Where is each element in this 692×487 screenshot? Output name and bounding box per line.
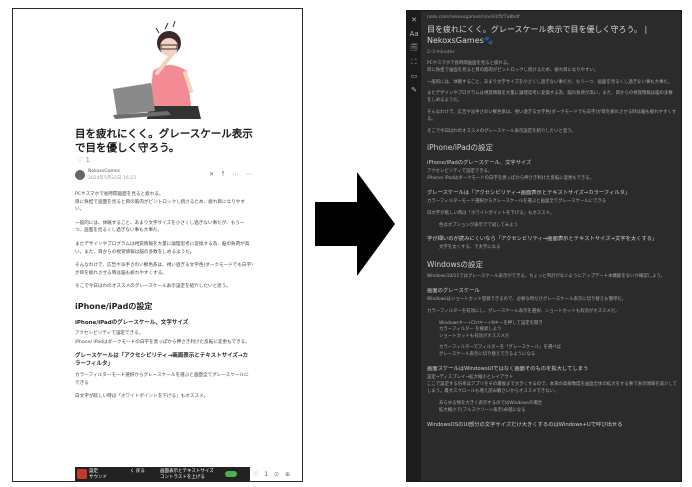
paragraph: またデザインやプログラムは視覚情報を大量に論理思考に変換する為、脳の負荷が高い。…: [75, 241, 250, 255]
app-icon: [77, 469, 87, 479]
paragraph: アクセシビリティで設定できる。: [75, 330, 144, 336]
pocket-icon[interactable]: ▭: [409, 71, 419, 81]
section-heading: iPhone/iPadの設定: [75, 301, 153, 311]
settings-screenshot-bar: 設定 サウンド く 戻る 画面表示とテキストサイズ コントラストを上げる: [75, 467, 250, 481]
indented-note: グレースケール表示に切り替えできるようになる: [439, 351, 536, 357]
paragraph: 設定→ディスプレイ→拡大縮小とレイアウト: [427, 374, 514, 380]
paragraph: 一般的には、休眠すること、あまり文字サイズを小さくし過ぎない事だが、もう一つ、画…: [427, 79, 673, 85]
paragraph: カラーフィルターモード選択からグレースケールを選ぶと画面全てグレースケールにでき…: [75, 373, 249, 386]
avatar[interactable]: [75, 170, 85, 180]
source-url[interactable]: note.com/nekoxsgames/n/ne91f5f7a8bdf: [427, 15, 677, 20]
bar-label: サウンド: [89, 475, 107, 480]
reader-toolbar: ✕ Aa 🗐 ⛶ ▭ ✎: [407, 11, 421, 481]
paragraph: またデザインやプログラムは視覚情報を大量に論理思考に変換する為、脳の負荷が高い。…: [427, 91, 673, 104]
right-arrow-icon: [315, 172, 395, 276]
subsection-heading: グレースケールは「アクセシビリティ→画面表示とテキストサイズ→カラーフィルタ」: [75, 353, 249, 368]
dark-reader-panel: ✕ Aa 🗐 ⛶ ▭ ✎ note.com/nekoxsgames/n/ne91…: [406, 10, 682, 482]
post-date: 2024年5月22日 16:23: [88, 176, 136, 181]
paragraph: ここで設定する倍率はアプリをその最後まで大きくするので、本来の高解像度を画面全体…: [427, 382, 677, 395]
paragraph: そんなわけで、広告や派手さのい鮮色系は、視い過ぎる文字色(ダークモードでも白字)…: [75, 263, 253, 276]
subsection-heading: iPhone/iPadのグレースケール、文字サイズ: [75, 319, 189, 326]
subsection-heading: iPhone/iPadのグレースケール、文字サイズ: [427, 160, 532, 167]
article-title: 目を疲れにくく。グレースケール表示で目を優しく守ろう。: [75, 128, 253, 154]
footer-actions[interactable]: ♡ 1 ⊙ ⊕: [253, 471, 292, 478]
indented-note: 拡大縮小で(フルスクリーン表示)卓越になる: [439, 407, 526, 413]
subsection-heading: 画面スケールはWindowsUIではなく画面そのものを拡大してしまう: [427, 365, 589, 372]
subsection-heading: 字が細いのが読みにくいなら「アクセシビリティ→画面表示とテキストサイズ→文字を太…: [427, 236, 658, 243]
reader-content: note.com/nekoxsgames/n/ne91f5f7a8bdf 目を疲…: [427, 15, 677, 431]
text-settings-icon[interactable]: Aa: [409, 29, 419, 39]
bar-label: コントラストを上げる: [160, 475, 205, 480]
reader-title: 目を疲れにくく。グレースケール表示で目を優しく守ろう。 | NekoxsGame…: [427, 25, 648, 45]
indented-note: 色はオプションが表示でで試してみよう: [439, 222, 518, 228]
paragraph: 一般的には、休眠すること、あまり文字サイズを小さくし過ぎない事だが、もう一つ、画…: [75, 220, 245, 234]
like-indicator[interactable]: ♡ 1: [77, 156, 90, 164]
paragraph: 白文字が眩しい時は「ホワイトポイントを下げる」もオススメ。: [75, 394, 209, 400]
light-article-panel: 目を疲れにくく。グレースケール表示で目を優しく守ろう。 ♡ 1 NekoxsGa…: [12, 8, 303, 482]
hero-illustration: [113, 20, 201, 119]
fullscreen-icon[interactable]: ⛶: [409, 57, 419, 67]
paragraph: 白文字が眩しい時は「ホワイトポイントを下げる」もオススメ。: [427, 210, 555, 216]
edit-icon[interactable]: ✎: [409, 85, 419, 95]
indented-note: ショートカットも有効がオススメだ: [439, 334, 510, 340]
print-icon[interactable]: 🗐: [409, 43, 419, 53]
reading-time: 2–3 minutes: [427, 50, 455, 55]
paragraph: そこで今日はわのオススメのグレースケール表示設定を紹介したいと思う。: [75, 284, 231, 290]
paragraph: アクセシビリティで設定できる。 iPhone/ iPadはダークモードの白字を黒…: [427, 169, 595, 182]
paragraph: PCやスマホで長時間画面を見ると疲れる。 目に負担で画面を見ると目の筋肉がピント…: [427, 61, 599, 73]
article-body: PCやスマホで長時間画面を見ると疲れる。 目に負担で画面を見ると目の筋肉がピント…: [75, 191, 253, 407]
bar-back: く 戻る: [130, 469, 145, 474]
indented-note: 文字を太くする、で太字になる: [439, 245, 501, 251]
paragraph: カラーフィルターモード選択からグレースケールを選ぶと画面全てグレースケールにでき…: [427, 198, 607, 204]
paragraph: PCやスマホで長時間画面を見ると疲れる。 目に負担で画面を見ると目の筋肉がピント…: [75, 192, 245, 213]
close-icon[interactable]: ✕: [409, 15, 419, 25]
paragraph: そんなわけで、広告や派手さのい鮮色系は、視い過ぎる文字色(ダークモードでも白字)…: [427, 109, 677, 122]
indented-note: カラーフィルターでフィルターを「グレースケール」を選べば: [439, 344, 562, 350]
subsection-heading: WindowsOSのUI部分の文字サイズだけ大きくするのはWindows+Uで呼…: [427, 421, 623, 428]
like-count: 1: [85, 156, 90, 164]
toggle-switch: [225, 471, 237, 477]
paragraph: そこで今日はわのオススメのグレースケール表示設定を紹介したいと思う。: [427, 128, 576, 134]
share-actions[interactable]: ✕ f ⋯ ⋯: [209, 171, 255, 178]
paragraph: Windowsはショートカット登録できるので、必要な時だけグレースケール表示に切…: [427, 296, 627, 302]
author-name[interactable]: NekoxsGames: [88, 169, 120, 174]
paragraph: カラーフィルターを有効にし、グレースケール表示を選択、ショートカットも有効がオス…: [427, 308, 620, 314]
author-row: NekoxsGames 2024年5月22日 16:23 ✕ f ⋯ ⋯: [75, 169, 255, 183]
paragraph: iPhone/ iPadはダークモードの白字を黒っぽから押さき利けた反転に変更も…: [75, 339, 250, 345]
paragraph: Windows10/11ではグレースケール表示ができる。ちょっと時計がないように…: [427, 274, 665, 280]
section-heading: Windowsの設定: [427, 260, 483, 270]
section-heading: iPhone/iPadの設定: [427, 143, 493, 153]
indented-note: あらゆる物を大きく表示するのではWindowsの場合: [439, 400, 543, 406]
subsection-heading: グレースケールは「アクセシビリティ→画面表示とテキストサイズ→カラーフィルタ」: [427, 189, 631, 196]
heart-icon: ♡: [77, 156, 84, 164]
subsection-heading: 画面のグレースケール: [427, 287, 480, 294]
